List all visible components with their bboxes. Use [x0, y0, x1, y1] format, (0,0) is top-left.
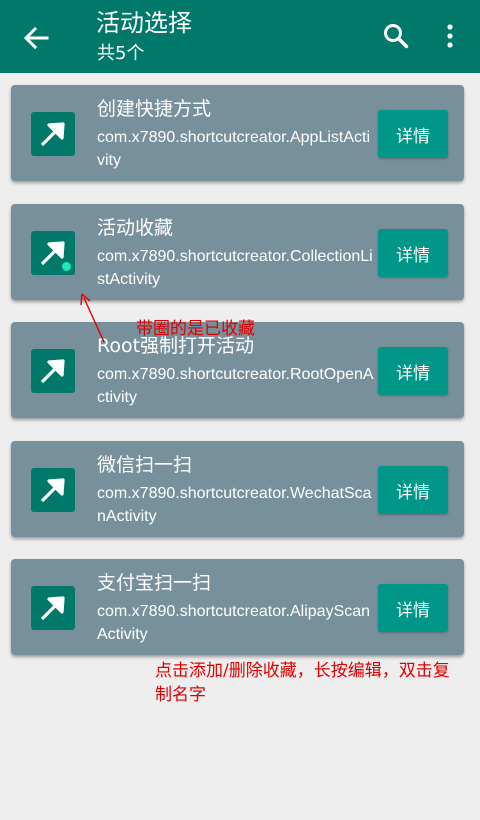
activity-package: com.x7890.shortcutcreator.AlipayScanActi… — [97, 603, 371, 643]
shortcut-arrow-icon — [31, 231, 75, 275]
shortcut-arrow-icon — [31, 468, 75, 512]
activity-card[interactable]: 微信扫一扫 com.x7890.shortcutcreator.WechatSca… — [11, 441, 464, 537]
shortcut-arrow-icon — [31, 586, 75, 630]
activity-card[interactable]: 支付宝扫一扫 com.x7890.shortcutcreator.AlipaySc… — [11, 559, 464, 655]
activity-package: com.x7890.shortcutcreator.AppListActivit… — [97, 129, 371, 169]
activity-package: com.x7890.shortcutcreator.RootOpenActivi… — [97, 366, 374, 406]
shortcut-arrow-icon — [31, 349, 75, 393]
usage-annotation: 点击添加/删除收藏，长按编辑，双击复制名字 — [155, 661, 450, 705]
details-button[interactable]: 详情 — [378, 584, 448, 632]
details-button[interactable]: 详情 — [378, 229, 448, 277]
details-button[interactable]: 详情 — [378, 347, 448, 395]
search-button[interactable] — [378, 18, 414, 54]
page-subtitle: 共5个 — [97, 43, 145, 64]
activity-card[interactable]: 创建快捷方式 com.x7890.shortcutcreator.AppListA… — [11, 85, 464, 181]
activity-package: com.x7890.shortcutcreator.WechatScanActi… — [97, 485, 372, 525]
activity-package: com.x7890.shortcutcreator.CollectionList… — [97, 248, 373, 288]
more-vert-icon — [447, 24, 453, 48]
back-button[interactable] — [14, 18, 58, 58]
search-icon — [384, 24, 409, 49]
activity-name: 微信扫一扫 — [97, 454, 193, 476]
activity-name: 创建快捷方式 — [97, 98, 212, 120]
arrow-back-icon — [23, 26, 49, 50]
favorite-annotation: 带圈的是已收藏 — [136, 319, 255, 339]
shortcut-arrow-icon — [31, 112, 75, 156]
annotation-arrow — [80, 293, 105, 343]
activity-name: 活动收藏 — [97, 217, 174, 239]
app-bar: 活动选择 共5个 — [0, 0, 480, 73]
favorite-dot-icon — [62, 262, 71, 271]
page-title: 活动选择 — [96, 9, 192, 37]
details-button[interactable]: 详情 — [378, 110, 448, 158]
activity-name: 支付宝扫一扫 — [97, 572, 212, 594]
details-button[interactable]: 详情 — [378, 466, 448, 514]
more-options-button[interactable] — [436, 18, 464, 54]
activity-card[interactable]: 活动收藏 com.x7890.shortcutcreator.Collection… — [11, 204, 464, 300]
